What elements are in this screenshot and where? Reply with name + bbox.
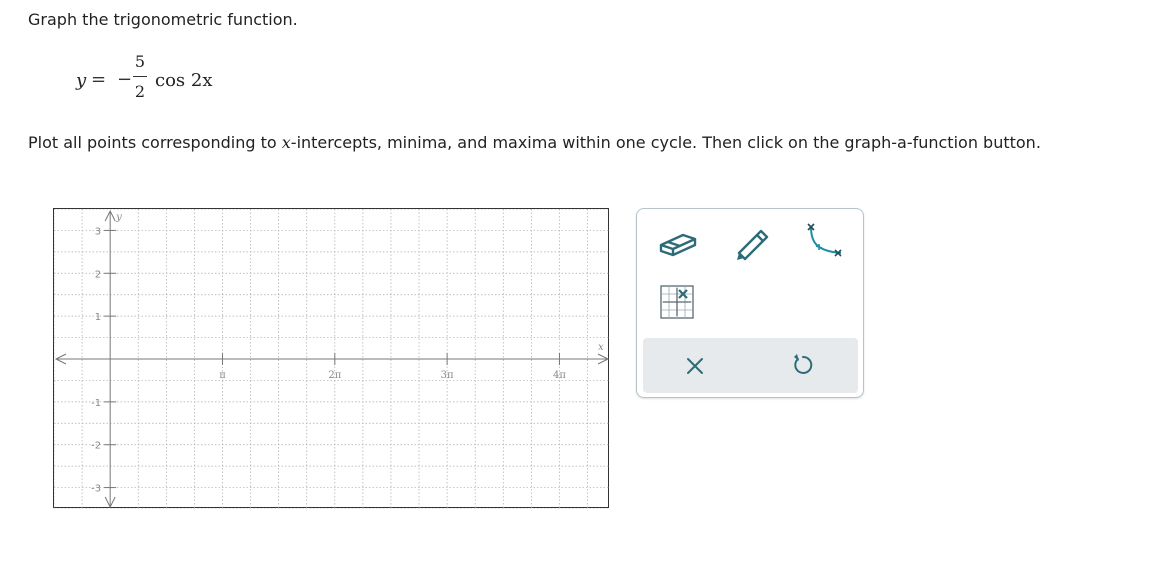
graph-toolbar (636, 208, 864, 398)
fraction-bar (133, 76, 147, 77)
x-tick-label: 3π (441, 370, 454, 381)
graph-function-icon (660, 285, 694, 319)
formula-sign: − (117, 69, 133, 90)
eraser-icon (659, 233, 697, 257)
y-axis-label: y (115, 212, 122, 223)
undo-icon (794, 354, 813, 374)
formula-rhs: cos 2x (155, 70, 213, 91)
y-tick-label: 3 (95, 226, 101, 237)
x-tick-label: 4π (553, 370, 566, 381)
y-tick-label: -3 (91, 484, 101, 495)
eraser-tool-button[interactable] (657, 221, 701, 261)
undo-button[interactable] (783, 346, 823, 386)
graph-a-function-button[interactable] (657, 282, 701, 322)
formula-denominator: 2 (134, 82, 146, 101)
plot-text-after: -intercepts, minima, and maxima within o… (290, 133, 1041, 152)
plot-instruction: Plot all points corresponding to x-inter… (28, 133, 1041, 152)
formula-equals: = (91, 69, 107, 90)
sinusoid-tool-button[interactable] (799, 221, 843, 261)
sinusoid-icon (807, 223, 842, 257)
function-formula: y = − 5 2 cos 2x (76, 52, 236, 108)
instruction-text: Graph the trigonometric function. (28, 10, 298, 29)
y-tick-label: -1 (91, 398, 101, 409)
x-icon (687, 358, 703, 374)
action-strip (643, 338, 858, 393)
x-tick-label: 2π (328, 370, 341, 381)
y-tick-label: -2 (91, 441, 101, 452)
plot-text-before: Plot all points corresponding to (28, 133, 282, 152)
pencil-icon (737, 229, 769, 261)
x-tick-label: π (219, 370, 226, 381)
formula-numerator: 5 (134, 52, 146, 71)
plot-variable: x (281, 133, 291, 152)
pencil-tool-button[interactable] (731, 221, 775, 261)
x-axis-label: x (598, 342, 604, 353)
graph-area[interactable]: x y π 2π 3π 4π 3 2 1 -1 -2 -3 (53, 208, 610, 509)
formula-lhs: y (76, 70, 87, 91)
y-tick-label: 2 (95, 269, 101, 280)
graph-canvas[interactable]: x y π 2π 3π 4π 3 2 1 -1 -2 -3 (54, 209, 610, 509)
y-tick-label: 1 (95, 312, 101, 323)
clear-button[interactable] (675, 346, 715, 386)
